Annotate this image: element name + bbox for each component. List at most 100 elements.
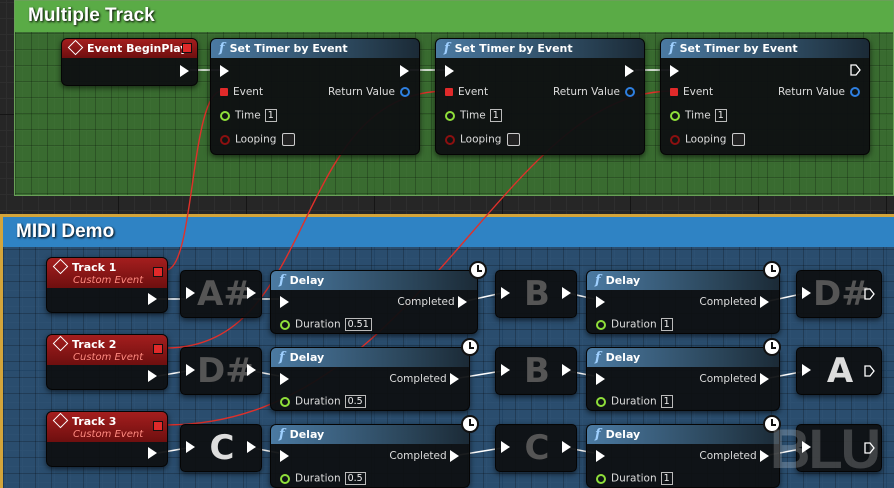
looping-input-pin[interactable]: Looping bbox=[670, 133, 746, 146]
exec-output-pin[interactable] bbox=[562, 364, 571, 376]
exec-input-pin[interactable] bbox=[501, 364, 510, 376]
exec-input-pin[interactable] bbox=[501, 287, 510, 299]
looping-checkbox[interactable] bbox=[507, 133, 521, 146]
node-header: f Delay bbox=[587, 425, 779, 444]
event-input-pin[interactable]: Event bbox=[220, 86, 263, 98]
exec-input-pin[interactable] bbox=[220, 65, 229, 77]
exec-output-pin[interactable] bbox=[148, 293, 157, 305]
looping-input-pin[interactable]: Looping bbox=[220, 133, 296, 146]
exec-input-pin[interactable] bbox=[280, 296, 289, 308]
exec-output-pin[interactable] bbox=[247, 287, 256, 299]
duration-value-field[interactable]: 0.5 bbox=[344, 472, 366, 485]
exec-output-pin[interactable] bbox=[148, 447, 157, 459]
exec-output-pin[interactable] bbox=[625, 65, 634, 77]
exec-output-pin[interactable] bbox=[562, 287, 571, 299]
node-title: Track 1 bbox=[72, 261, 117, 274]
exec-input-pin[interactable] bbox=[596, 450, 605, 462]
pin-label: Completed bbox=[699, 296, 757, 308]
exec-output-pin[interactable] bbox=[247, 364, 256, 376]
duration-value-field[interactable]: 1 bbox=[660, 472, 673, 485]
exec-input-pin[interactable] bbox=[186, 287, 195, 299]
delegate-output-pin[interactable] bbox=[153, 267, 163, 277]
completed-output-pin[interactable]: Completed bbox=[397, 296, 467, 308]
exec-input-pin[interactable] bbox=[802, 364, 811, 376]
exec-input-pin[interactable] bbox=[501, 441, 510, 453]
note-label: B bbox=[524, 351, 550, 391]
looping-checkbox[interactable] bbox=[732, 133, 746, 146]
custom-event-track-2[interactable]: Track 2 Custom Event bbox=[46, 334, 168, 390]
duration-value-field[interactable]: 1 bbox=[660, 318, 673, 331]
duration-input-pin[interactable]: Duration 0.51 bbox=[280, 318, 372, 331]
completed-output-pin[interactable]: Completed bbox=[699, 296, 769, 308]
note-macro-node[interactable]: C bbox=[495, 424, 577, 472]
set-timer-by-event-node-3[interactable]: f Set Timer by Event Event Return Value T… bbox=[660, 38, 870, 155]
duration-input-pin[interactable]: Duration 1 bbox=[596, 318, 673, 331]
blueprint-graph-canvas[interactable]: Multiple Track MIDI Demo Event BeginPlay… bbox=[0, 0, 894, 488]
note-macro-node[interactable]: A# bbox=[180, 270, 262, 318]
completed-output-pin[interactable]: Completed bbox=[699, 450, 769, 462]
return-value-output-pin[interactable]: Return Value bbox=[553, 86, 635, 98]
delegate-output-pin[interactable] bbox=[182, 43, 192, 53]
set-timer-by-event-node-1[interactable]: f Set Timer by Event Event Return Value T… bbox=[210, 38, 420, 155]
exec-input-pin[interactable] bbox=[596, 296, 605, 308]
custom-event-track-1[interactable]: Track 1 Custom Event bbox=[46, 257, 168, 313]
delay-node[interactable]: f Delay Completed Duration 0.5 bbox=[270, 338, 479, 411]
looping-checkbox[interactable] bbox=[282, 133, 296, 146]
note-macro-node[interactable]: A bbox=[796, 347, 882, 395]
completed-output-pin[interactable]: Completed bbox=[389, 450, 459, 462]
time-input-pin[interactable]: Time 1 bbox=[670, 109, 727, 122]
note-macro-node[interactable]: C bbox=[180, 424, 262, 472]
exec-output-pin[interactable] bbox=[180, 65, 189, 77]
duration-input-pin[interactable]: Duration 1 bbox=[596, 472, 673, 485]
duration-value-field[interactable]: 0.5 bbox=[344, 395, 366, 408]
delay-node[interactable]: f Delay Completed Duration 0.5 bbox=[270, 415, 479, 488]
exec-input-pin[interactable] bbox=[186, 441, 195, 453]
event-input-pin[interactable]: Event bbox=[670, 86, 713, 98]
duration-value-field[interactable]: 0.51 bbox=[344, 318, 372, 331]
exec-input-pin[interactable] bbox=[280, 373, 289, 385]
set-timer-by-event-node-2[interactable]: f Set Timer by Event Event Return Value T… bbox=[435, 38, 645, 155]
time-input-pin[interactable]: Time 1 bbox=[445, 109, 502, 122]
exec-hollow-icon[interactable] bbox=[864, 288, 875, 300]
duration-input-pin[interactable]: Duration 0.5 bbox=[280, 472, 366, 485]
note-macro-node[interactable]: D# bbox=[180, 347, 262, 395]
exec-input-pin[interactable] bbox=[670, 65, 679, 77]
exec-input-pin[interactable] bbox=[802, 287, 811, 299]
event-input-pin[interactable]: Event bbox=[445, 86, 488, 98]
time-input-pin[interactable]: Time 1 bbox=[220, 109, 277, 122]
exec-hollow-icon[interactable] bbox=[864, 365, 875, 377]
duration-input-pin[interactable]: Duration 0.5 bbox=[280, 395, 366, 408]
completed-output-pin[interactable]: Completed bbox=[699, 373, 769, 385]
time-value-field[interactable]: 1 bbox=[264, 109, 277, 122]
exec-input-pin[interactable] bbox=[280, 450, 289, 462]
delay-node[interactable]: f Delay Completed Duration 1 bbox=[586, 261, 781, 334]
return-value-output-pin[interactable]: Return Value bbox=[778, 86, 860, 98]
time-value-field[interactable]: 1 bbox=[489, 109, 502, 122]
note-macro-node[interactable]: B bbox=[495, 270, 577, 318]
exec-output-pin[interactable] bbox=[148, 370, 157, 382]
custom-event-track-3[interactable]: Track 3 Custom Event bbox=[46, 411, 168, 467]
delay-node[interactable]: f Delay Completed Duration 1 bbox=[586, 415, 781, 488]
function-icon: f bbox=[669, 41, 675, 56]
duration-value-field[interactable]: 1 bbox=[660, 395, 673, 408]
event-beginplay-node[interactable]: Event BeginPlay bbox=[61, 38, 198, 86]
delay-node[interactable]: f Delay Completed Duration 1 bbox=[586, 338, 781, 411]
exec-input-pin[interactable] bbox=[596, 373, 605, 385]
delay-node[interactable]: f Delay Completed Duration 0.51 bbox=[270, 261, 487, 334]
duration-input-pin[interactable]: Duration 1 bbox=[596, 395, 673, 408]
completed-output-pin[interactable]: Completed bbox=[389, 373, 459, 385]
exec-input-pin[interactable] bbox=[445, 65, 454, 77]
exec-output-pin[interactable] bbox=[562, 441, 571, 453]
exec-output-pin[interactable] bbox=[400, 65, 409, 77]
note-macro-node[interactable]: D# bbox=[796, 270, 882, 318]
latent-clock-icon bbox=[469, 261, 487, 279]
exec-output-pin[interactable] bbox=[247, 441, 256, 453]
exec-input-pin[interactable] bbox=[186, 364, 195, 376]
return-value-output-pin[interactable]: Return Value bbox=[328, 86, 410, 98]
delegate-output-pin[interactable] bbox=[153, 421, 163, 431]
note-macro-node[interactable]: B bbox=[495, 347, 577, 395]
looping-input-pin[interactable]: Looping bbox=[445, 133, 521, 146]
delegate-output-pin[interactable] bbox=[153, 344, 163, 354]
exec-output-pin-unconnected[interactable] bbox=[850, 64, 861, 76]
time-value-field[interactable]: 1 bbox=[714, 109, 727, 122]
